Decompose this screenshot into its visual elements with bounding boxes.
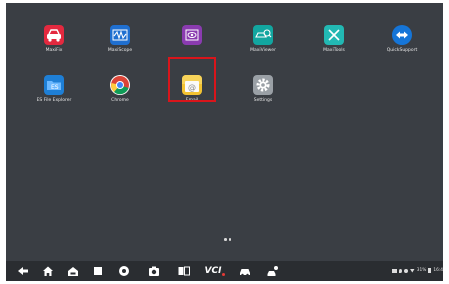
camera-icon[interactable] (146, 264, 162, 278)
folder-icon: ES (44, 75, 64, 95)
app-settings[interactable]: Settings (235, 75, 291, 117)
app-es-file-explorer[interactable]: ES ES File Explorer (26, 75, 82, 117)
page-indicator (224, 238, 231, 241)
back-icon[interactable] (15, 264, 31, 278)
vci-label: VCI (204, 266, 222, 276)
location-icon (398, 268, 402, 273)
sync-icon (403, 268, 408, 273)
eye-screen-icon (182, 25, 202, 45)
app-maxiscope[interactable]: MaxiScope (92, 25, 148, 67)
notification-icon (391, 268, 397, 273)
page-dot (228, 238, 231, 241)
vci-icon[interactable]: VCI (203, 264, 227, 278)
browser-icon[interactable] (116, 264, 132, 278)
page-dot (224, 238, 227, 241)
app-maxifix[interactable]: MaxiFix (26, 25, 82, 67)
car-search-icon (253, 25, 273, 45)
teamviewer-icon (392, 25, 412, 45)
app-maxiviewer[interactable]: MaxiViewer (235, 25, 291, 67)
app-label: Settings (253, 98, 273, 103)
car-icon[interactable] (237, 264, 253, 278)
waveform-icon (110, 25, 130, 45)
app-chrome[interactable]: Chrome (92, 75, 148, 117)
wifi-icon (409, 268, 415, 273)
status-area: 31% 16:4 (391, 268, 443, 273)
car-shop-icon (44, 25, 64, 45)
app-label: MaxiTools (323, 48, 345, 53)
app-label: Chrome (111, 98, 129, 103)
email-highlight-box (168, 57, 216, 102)
screenshot-icon[interactable] (176, 264, 192, 278)
vci-status-dot (222, 272, 226, 276)
tools-icon (324, 25, 344, 45)
clock: 16:4 (433, 268, 443, 273)
battery-text: 31% (416, 268, 427, 273)
bottom-navigation-bar: VCI 31% 16:4 (6, 261, 443, 281)
svg-text:ES: ES (51, 84, 59, 91)
home-screen: MaxiFix MaxiScope MaxiViewer MaxiTools Q… (6, 3, 443, 281)
app-maxitools[interactable]: MaxiTools (306, 25, 362, 67)
gear-icon (253, 75, 273, 95)
app-quicksupport[interactable]: QuickSupport (374, 25, 430, 67)
battery-icon (428, 268, 432, 273)
app-label: QuickSupport (386, 48, 418, 53)
chrome-icon (110, 75, 130, 95)
app-label: MaxiFix (45, 48, 63, 53)
app-label: ES File Explorer (36, 98, 72, 103)
app-label: MaxiScope (107, 48, 133, 53)
home-icon[interactable] (40, 264, 56, 278)
car-home-icon[interactable] (65, 264, 81, 278)
recent-apps-icon[interactable] (90, 264, 106, 278)
app-label: MaxiViewer (250, 48, 276, 53)
car-user-icon[interactable] (265, 264, 281, 278)
